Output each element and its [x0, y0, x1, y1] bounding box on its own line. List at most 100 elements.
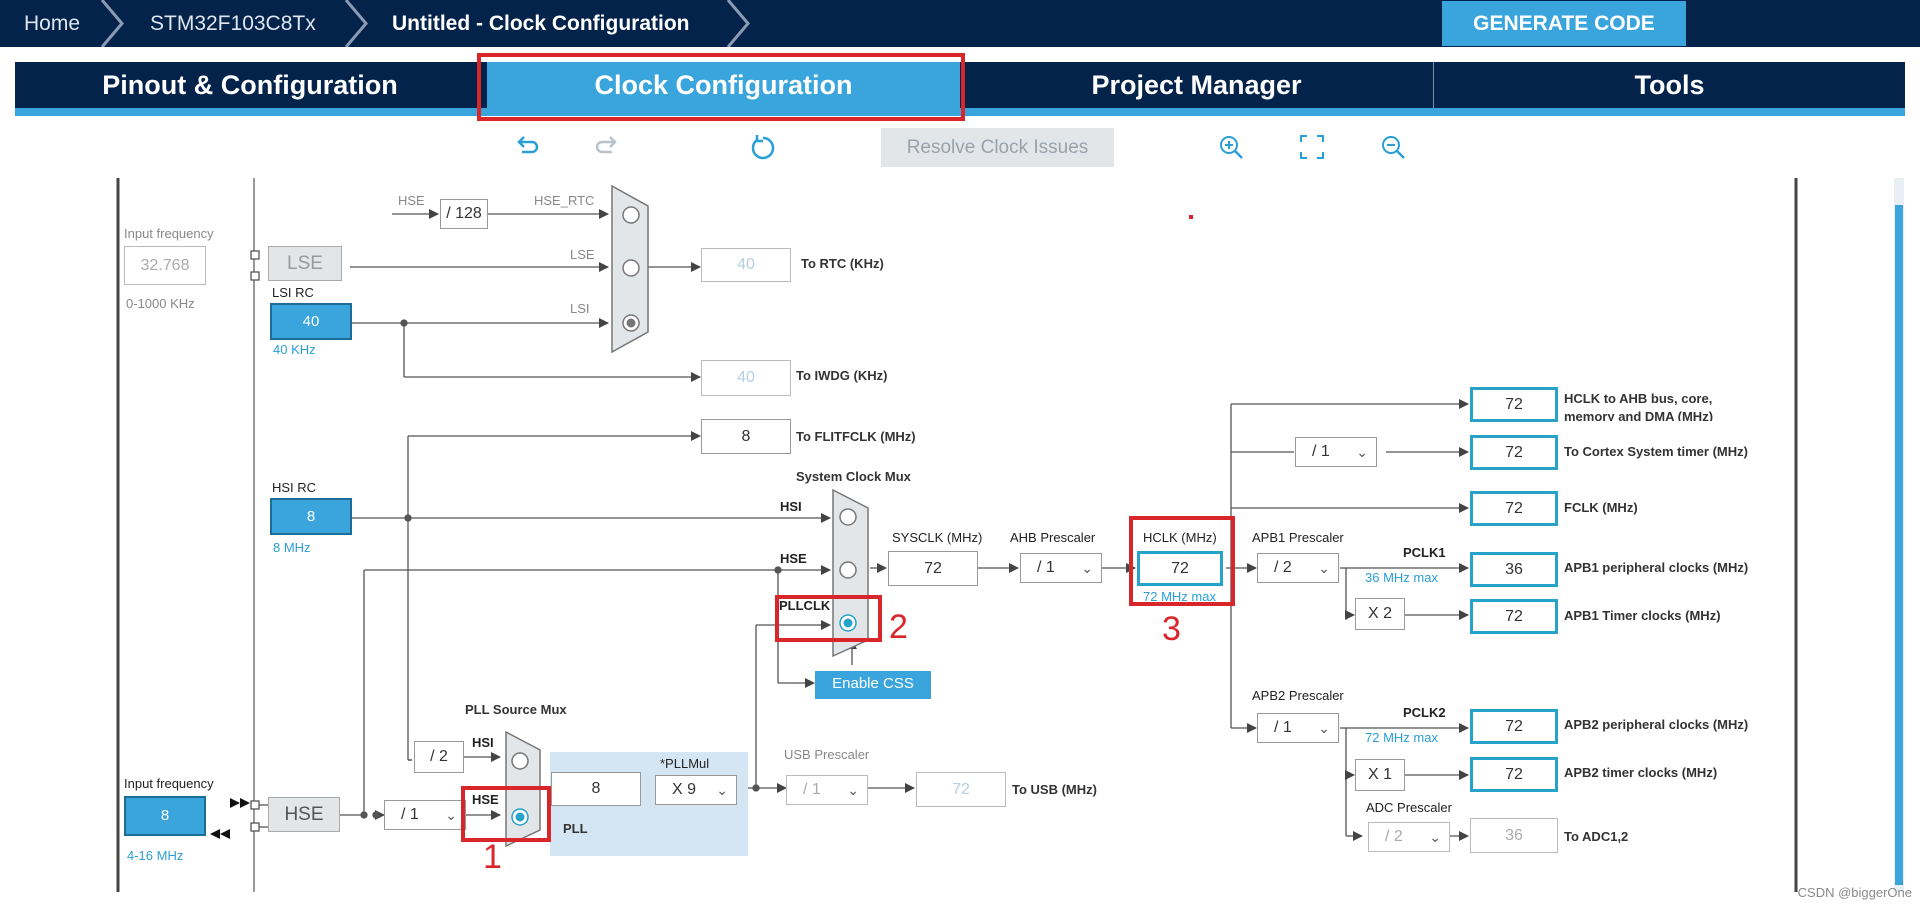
- lse-range-label: 0-1000 KHz: [126, 296, 195, 311]
- sysmux-hsi-radio[interactable]: [837, 506, 859, 528]
- sysmux-hse-label: HSE: [780, 551, 807, 566]
- red-dot-marker: [1189, 215, 1193, 219]
- apb1-prescaler-select[interactable]: / 2 ⌄: [1257, 553, 1339, 583]
- flitf-output-value: 8: [701, 419, 791, 454]
- hse-oscillator-box: HSE: [268, 797, 340, 832]
- annotation-number-1: 1: [483, 838, 502, 876]
- pclk1-label: PCLK1: [1403, 545, 1446, 560]
- rtc-lsi-label: LSI: [570, 301, 590, 316]
- adc-prescaler-value: / 2: [1385, 828, 1403, 845]
- hse-prediv-select[interactable]: / 1 ⌄: [384, 800, 466, 830]
- apb1-prescaler-value: / 2: [1274, 559, 1292, 576]
- hsi-rc-box[interactable]: 8: [270, 498, 352, 535]
- hsi-rc-label: HSI RC: [272, 480, 317, 495]
- apb2-timer-output-value: 72: [1470, 757, 1558, 792]
- vertical-scrollbar-thumb[interactable]: [1895, 205, 1903, 885]
- system-clock-mux-label: System Clock Mux: [796, 469, 911, 484]
- adc-output-label: To ADC1,2: [1564, 829, 1629, 844]
- apb2-prescaler-label: APB2 Prescaler: [1252, 688, 1344, 703]
- lse-frequency-input[interactable]: 32.768: [124, 246, 206, 285]
- hse-frequency-input[interactable]: 8: [124, 796, 206, 836]
- apb2-prescaler-value: / 1: [1274, 719, 1292, 736]
- lsi-frequency-label: 40 KHz: [273, 342, 316, 357]
- chevron-down-icon: ⌄: [1318, 560, 1330, 576]
- sysmux-hse-radio[interactable]: [837, 559, 859, 581]
- iwdg-output-label: To IWDG (KHz): [796, 368, 888, 383]
- apb1-timer-multiplier: X 2: [1355, 598, 1405, 630]
- highlight-sysmux-pllclk: [775, 595, 882, 642]
- fclk-output-label: FCLK (MHz): [1564, 500, 1638, 515]
- pllsrc-hsi-label: HSI: [472, 735, 494, 750]
- usb-output-value: 72: [916, 772, 1006, 807]
- apb2-max-label: 72 MHz max: [1365, 730, 1438, 745]
- lse-input-frequency-label: Input frequency: [124, 226, 214, 241]
- rtc-lse-label: LSE: [570, 247, 595, 262]
- rtc-mux-lse-radio[interactable]: [620, 257, 642, 279]
- rtc-mux-hse-radio[interactable]: [620, 204, 642, 226]
- cortex-timer-output-value: 72: [1470, 435, 1558, 470]
- hse-prediv-value: / 1: [401, 806, 419, 823]
- hsi-frequency-label: 8 MHz: [273, 540, 311, 555]
- chevron-down-icon: ⌄: [1356, 444, 1368, 460]
- apb2-prescaler-select[interactable]: / 1 ⌄: [1257, 713, 1339, 743]
- flitf-output-label: To FLITFCLK (MHz): [796, 429, 916, 444]
- pclk2-label: PCLK2: [1403, 705, 1446, 720]
- cortex-prescaler-select[interactable]: / 1 ⌄: [1295, 437, 1377, 467]
- apb1-timer-output-value: 72: [1470, 599, 1558, 634]
- adc-prescaler-select[interactable]: / 2 ⌄: [1368, 822, 1450, 852]
- chevron-down-icon: ⌄: [1429, 829, 1441, 845]
- usb-prescaler-label: USB Prescaler: [784, 747, 870, 762]
- ahb-prescaler-label: AHB Prescaler: [1010, 530, 1096, 545]
- usb-prescaler-select[interactable]: / 1 ⌄: [786, 775, 868, 805]
- ahb-prescaler-select[interactable]: / 1 ⌄: [1020, 553, 1102, 583]
- cortex-timer-output-label: To Cortex System timer (MHz): [1564, 444, 1748, 459]
- sysclk-value: 72: [888, 551, 978, 586]
- apb1-peripheral-output-label: APB1 peripheral clocks (MHz): [1564, 560, 1749, 575]
- lse-oscillator-box: LSE: [268, 246, 342, 281]
- apb1-prescaler-label: APB1 Prescaler: [1252, 530, 1344, 545]
- highlight-pllsrc-hse: [461, 786, 551, 842]
- hse-input-frequency-label: Input frequency: [124, 776, 214, 791]
- lsi-rc-box[interactable]: 40: [270, 303, 352, 340]
- hclk-ahb-output-value: 72: [1470, 387, 1558, 422]
- hclk-ahb-output-label-line2: memory and DMA (MHz): [1564, 409, 1714, 421]
- apb2-timer-multiplier: X 1: [1355, 759, 1405, 791]
- adc-prescaler-label: ADC Prescaler: [1366, 800, 1452, 815]
- sysclk-label: SYSCLK (MHz): [892, 530, 983, 545]
- enable-css-button[interactable]: Enable CSS: [815, 671, 931, 699]
- chevron-down-icon: ⌄: [847, 782, 859, 798]
- apb2-timer-output-label: APB2 timer clocks (MHz): [1564, 765, 1718, 780]
- iwdg-output-value: 40: [701, 360, 791, 396]
- rtc-hse-label: HSE: [398, 193, 425, 208]
- rtc-output-value: 40: [701, 248, 791, 282]
- apb1-timer-output-label: APB1 Timer clocks (MHz): [1564, 608, 1721, 623]
- lsi-rc-label: LSI RC: [272, 285, 314, 300]
- adc-output-value: 36: [1470, 818, 1558, 853]
- apb2-peripheral-output-value: 72: [1470, 709, 1558, 744]
- annotation-number-2: 2: [889, 608, 908, 646]
- hse-rtc-divider[interactable]: / 128: [440, 199, 488, 229]
- highlight-hclk: [1129, 516, 1235, 606]
- pll-mul-select[interactable]: X 9 ⌄: [655, 775, 737, 805]
- hsi-pll-divider: / 2: [414, 741, 464, 773]
- apb1-peripheral-output-value: 36: [1470, 552, 1558, 587]
- apb2-peripheral-output-label: APB2 peripheral clocks (MHz): [1564, 717, 1749, 732]
- cortex-prescaler-value: / 1: [1312, 443, 1330, 460]
- pll-source-mux-label: PLL Source Mux: [465, 702, 567, 717]
- annotation-number-3: 3: [1162, 610, 1181, 648]
- sysmux-hsi-label: HSI: [780, 499, 802, 514]
- rtc-mux-lsi-radio[interactable]: [620, 312, 642, 334]
- watermark: CSDN @biggerOne: [1797, 885, 1912, 900]
- hclk-ahb-output-label: HCLK to AHB bus, core,: [1564, 391, 1713, 406]
- ahb-prescaler-value: / 1: [1037, 559, 1055, 576]
- chevron-down-icon: ⌄: [445, 807, 457, 823]
- usb-output-label: To USB (MHz): [1012, 782, 1097, 797]
- pll-label: PLL: [563, 821, 588, 836]
- pllsrc-hsi-radio[interactable]: [509, 750, 531, 772]
- hse-rtc-label: HSE_RTC: [534, 193, 595, 208]
- chevron-down-icon: ⌄: [1318, 720, 1330, 736]
- usb-prescaler-value: / 1: [803, 781, 821, 798]
- rtc-output-label: To RTC (KHz): [801, 256, 884, 271]
- chevron-down-icon: ⌄: [716, 782, 728, 798]
- pll-input-value: 8: [551, 772, 641, 806]
